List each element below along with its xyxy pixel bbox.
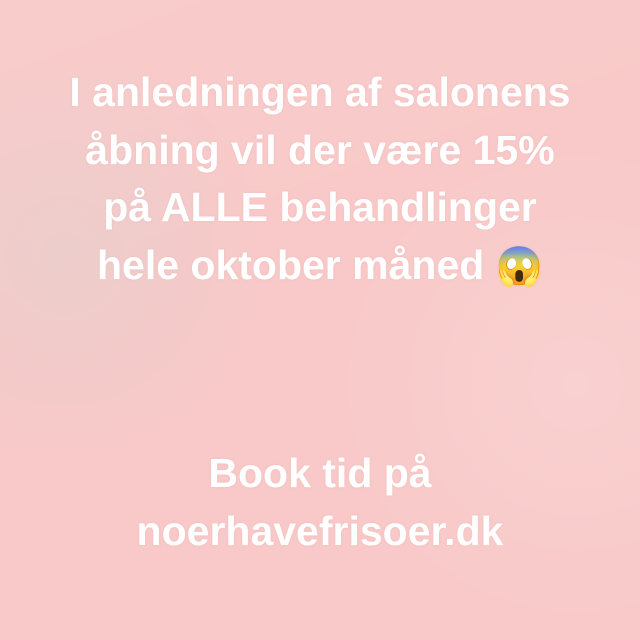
booking-cta: Book tid på noerhavefrisoer.dk: [0, 445, 640, 560]
announcement-line: I anledningen af salonens: [69, 69, 571, 115]
screaming-face-icon: 😱: [495, 245, 544, 288]
announcement-text: I anledningen af salonens åbning vil der…: [0, 64, 640, 296]
announcement-line-text: hele oktober måned: [96, 241, 485, 288]
announcement-line: åbning vil der være 15%: [85, 126, 555, 173]
cta-line: Book tid på: [208, 450, 432, 496]
announcement-line-last: hele oktober måned 😱: [0, 237, 640, 297]
announcement-line: på ALLE behandlinger: [103, 184, 537, 230]
website-link[interactable]: noerhavefrisoer.dk: [0, 503, 640, 561]
